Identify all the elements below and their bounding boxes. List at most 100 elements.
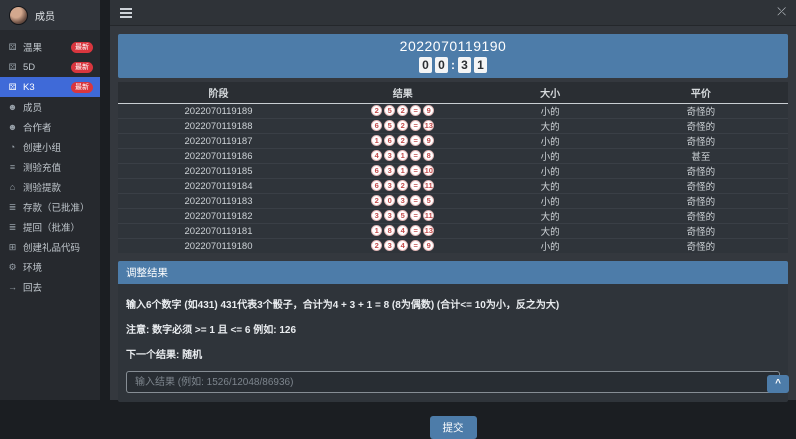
content: 2022070119190 00:31 阶段 结果 大小 平价 20220701…	[110, 26, 796, 439]
period-cell: 2022070119188	[118, 118, 319, 134]
period-cell: 2022070119183	[118, 193, 319, 209]
equals-ball: =	[410, 225, 422, 237]
countdown-digit: 3	[458, 57, 471, 73]
users-icon: ☻	[7, 122, 18, 132]
size-cell: 小的	[486, 133, 614, 149]
col-header-result: 结果	[319, 82, 487, 104]
new-badge: 最新	[71, 61, 93, 73]
countdown-digit: 1	[474, 57, 487, 73]
sidebar: 成员 ⚄ 温果 最新 ⚄ 5D 最新 ⚄ K3 最新 ☻ 成员 ☻ 合作者 ◔ 创建小组 ≡ 测验充值 ⌂ 测验提款…	[0, 0, 100, 400]
sidebar-item-gift-code[interactable]: ⊞ 创建礼品代码	[0, 237, 100, 257]
digit-ball: 8	[384, 225, 396, 237]
digit-ball: 9	[423, 105, 435, 117]
topbar: ⤫	[110, 0, 796, 26]
bank-icon: ⌂	[9, 182, 16, 192]
sidebar-item-create-group[interactable]: ◔ 创建小组	[0, 137, 100, 157]
sidebar-item-review-withdraw[interactable]: ⌂ 测验提款	[0, 177, 100, 197]
countdown-colon: :	[451, 58, 455, 72]
parity-cell: 甚至	[613, 148, 788, 164]
gear-icon: ⚙	[8, 261, 17, 272]
table-row: 2022070119186 4 3 1 = 8 小的 甚至	[118, 148, 788, 164]
digit-ball: 3	[384, 240, 396, 252]
digit-ball: 3	[384, 150, 396, 162]
digit-ball: 10	[423, 165, 435, 177]
size-cell: 小的	[486, 238, 614, 253]
sidebar-item-label: 回去	[23, 283, 43, 294]
table-row: 2022070119185 6 3 1 = 10 小的 奇怪的	[118, 163, 788, 179]
current-draw-banner: 2022070119190 00:31	[118, 34, 788, 78]
table-row: 2022070119182 3 3 5 = 11 大的 奇怪的	[118, 208, 788, 224]
sidebar-item-5d[interactable]: ⚄ 5D 最新	[0, 57, 100, 77]
scroll-top-button[interactable]: ^	[767, 375, 789, 393]
equals-ball: =	[410, 210, 422, 222]
result-cell: 1 8 4 = 13	[319, 223, 487, 239]
parity-cell: 奇怪的	[613, 193, 788, 209]
sidebar-item-environment[interactable]: ⚙ 环境	[0, 257, 100, 277]
sidebar-item-partners[interactable]: ☻ 合作者	[0, 117, 100, 137]
digit-ball: 9	[423, 240, 435, 252]
dice-icon: ⚄	[8, 61, 17, 72]
digit-ball: 4	[371, 150, 383, 162]
result-input[interactable]	[126, 371, 780, 393]
rule-line-1: 输入6个数字 (如431) 431代表3个骰子，合计为4 + 3 + 1 = 8…	[126, 300, 560, 311]
panel-title: 调整结果	[118, 261, 788, 284]
digit-ball: 1	[397, 150, 409, 162]
equals-ball: =	[410, 240, 422, 252]
logout-icon: →	[8, 282, 17, 292]
sidebar-menu: ⚄ 温果 最新 ⚄ 5D 最新 ⚄ K3 最新 ☻ 成员 ☻ 合作者 ◔ 创建小组 ≡ 测验充值 ⌂ 测验提款 ≣ 存款…	[0, 30, 100, 297]
parity-cell: 奇怪的	[613, 133, 788, 149]
period-cell: 2022070119181	[118, 223, 319, 239]
equals-ball: =	[410, 195, 422, 207]
digit-ball: 2	[397, 180, 409, 192]
sidebar-item-label: 测验充值	[23, 163, 62, 174]
results-table: 阶段 结果 大小 平价 2022070119189 2 5 2 = 9 小的 奇怪的 20220…	[118, 82, 788, 253]
digit-ball: 2	[371, 195, 383, 207]
new-badge: 最新	[71, 81, 93, 93]
user-name: 成员	[35, 11, 55, 23]
rule-line-2: 注意: 数字必须 >= 1 且 <= 6 例如: 126	[126, 325, 297, 336]
parity-cell: 奇怪的	[613, 163, 788, 179]
sidebar-item-withdraw-approved[interactable]: ≣ 提回（批准）	[0, 217, 100, 237]
period-cell: 2022070119180	[118, 238, 319, 253]
sidebar-item-k3[interactable]: ⚄ K3 最新	[0, 77, 100, 97]
digit-ball: 3	[384, 165, 396, 177]
next-result-line: 下一个结果: 随机	[126, 350, 203, 361]
digit-ball: 2	[397, 105, 409, 117]
digit-ball: 1	[371, 225, 383, 237]
countdown-digit: 0	[419, 57, 432, 73]
sidebar-item-label: 温果	[23, 43, 43, 54]
table-row: 2022070119189 2 5 2 = 9 小的 奇怪的	[118, 104, 788, 119]
table-row: 2022070119188 6 5 2 = 13 大的 奇怪的	[118, 118, 788, 134]
fullscreen-icon[interactable]: ⤫	[777, 7, 786, 18]
sidebar-item-label: 创建小组	[23, 143, 62, 154]
countdown-digit: 0	[435, 57, 448, 73]
sidebar-item-logout[interactable]: → 回去	[0, 277, 100, 297]
sidebar-item-review-recharge[interactable]: ≡ 测验充值	[0, 157, 100, 177]
digit-ball: 11	[423, 210, 435, 222]
hamburger-icon[interactable]	[120, 7, 132, 18]
digit-ball: 3	[384, 210, 396, 222]
equals-ball: =	[410, 165, 422, 177]
col-header-parity: 平价	[613, 82, 788, 104]
sidebar-item-deposits-approved[interactable]: ≣ 存款（已批准）	[0, 197, 100, 217]
size-cell: 大的	[486, 208, 614, 224]
sidebar-item-members[interactable]: ☻ 成员	[0, 97, 100, 117]
table-header-row: 阶段 结果 大小 平价	[118, 82, 788, 104]
period-cell: 2022070119189	[184, 105, 253, 117]
digit-ball: 3	[371, 210, 383, 222]
digit-ball: 13	[423, 225, 435, 237]
digit-ball: 0	[384, 195, 396, 207]
gift-icon: ⊞	[8, 241, 17, 252]
submit-button[interactable]: 提交	[429, 416, 477, 439]
digit-ball: 5	[397, 210, 409, 222]
user-profile[interactable]: 成员	[0, 0, 100, 30]
main-area: ⤫ 2022070119190 00:31 阶段 结果 大小 平价 202207…	[110, 0, 796, 439]
sidebar-item-wingo[interactable]: ⚄ 温果 最新	[0, 37, 100, 57]
digit-ball: 3	[397, 195, 409, 207]
digit-ball: 11	[423, 180, 435, 192]
size-cell: 小的	[486, 148, 614, 164]
equals-ball: =	[410, 150, 422, 162]
digit-ball: 9	[423, 135, 435, 147]
period-cell: 2022070119187	[118, 133, 319, 149]
digit-ball: 13	[423, 120, 435, 132]
